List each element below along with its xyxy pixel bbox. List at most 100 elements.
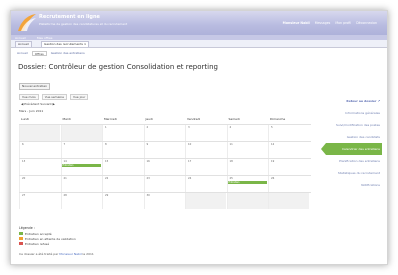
sidebar-item-3[interactable]: Gestion des candidats — [316, 131, 382, 143]
messages-link[interactable]: Messages — [315, 21, 331, 25]
calendar-day-cell[interactable] — [60, 125, 102, 141]
calendar-pager[interactable]: ◀ Précédent Suivant ▶ — [21, 102, 55, 106]
view-switcher: Vue mois Vue semaine Vue jour — [19, 94, 89, 100]
calendar-day-cell[interactable]: 30 — [143, 193, 185, 209]
legend-item: Entretien en attente de validation — [19, 236, 76, 241]
sidebar-item-1[interactable]: Informations générales — [316, 107, 382, 119]
day-number: 23 — [146, 177, 150, 180]
sidebar-item-0[interactable]: Retour au dossier ↗ — [316, 95, 382, 107]
user-nav: Monsieur Nabil Messages Mon profil Décon… — [283, 19, 377, 26]
day-header-4: Vendredi — [187, 117, 201, 121]
day-number: 21 — [63, 177, 67, 180]
calendar-day-cell[interactable]: 9 — [143, 142, 185, 158]
calendar-day-cell[interactable] — [19, 125, 60, 141]
calendar-day-cell[interactable]: 3 — [185, 125, 226, 141]
calendar-day-cell[interactable]: 21 — [60, 176, 102, 192]
calendar-day-cell[interactable]: 2 — [143, 125, 185, 141]
calendar-day-cell[interactable]: 29 — [102, 193, 143, 209]
calendar-day-cell[interactable]: 16 — [143, 159, 185, 175]
calendar-event[interactable]: Entretien — [227, 181, 267, 184]
day-number: 6 — [22, 143, 24, 146]
footer-suffix: le 2011 — [82, 252, 94, 256]
day-header-1: Mardi — [62, 117, 71, 121]
brand-logo-icon — [18, 14, 36, 31]
calendar-day-cell[interactable]: 18 — [226, 159, 268, 175]
calendar-day-cell[interactable]: 27 — [19, 193, 60, 209]
calendar-day-cell[interactable]: 12 — [268, 142, 309, 158]
calendar-day-cell[interactable] — [226, 193, 268, 209]
view-week-button[interactable]: Vue semaine — [41, 94, 68, 100]
legend-swatch — [19, 232, 23, 235]
calendar-day-cell[interactable] — [268, 193, 309, 209]
tab-recruitment[interactable]: Gestion des recrutements × — [41, 41, 90, 47]
sidebar-item-7[interactable]: Notifications — [316, 179, 382, 191]
breadcrumb-home[interactable]: Accueil — [17, 51, 28, 56]
breadcrumb-interviews[interactable]: Gestion des entretiens — [51, 51, 85, 56]
day-number: 19 — [271, 160, 275, 163]
sidebar-item-6[interactable]: Statistiques du recrutement — [316, 167, 382, 179]
calendar-week-row: 27 28 29 30 — [19, 192, 311, 209]
calendar-day-cell[interactable]: 19 — [268, 159, 309, 175]
day-number: 1 — [105, 126, 107, 129]
day-number: 17 — [188, 160, 192, 163]
calendar-day-cell[interactable]: 24 — [185, 176, 226, 192]
day-number: 8 — [105, 143, 107, 146]
day-number: 26 — [271, 177, 275, 180]
calendar-event[interactable]: Entretien — [61, 164, 101, 167]
user-name[interactable]: Monsieur Nabil — [283, 21, 310, 25]
calendar-header: Lundi Mardi Mercredi Jeudi Vendredi Samedi Dim… — [19, 116, 311, 124]
calendar-day-cell[interactable]: 15 — [102, 159, 143, 175]
brand-title: Recrutement en ligne — [39, 14, 100, 20]
calendar-day-cell[interactable]: 11 — [226, 142, 268, 158]
sub-banner-home[interactable]: Accueil — [15, 36, 26, 40]
day-header-0: Lundi — [21, 117, 30, 121]
sub-banner-offers[interactable]: Mes offres — [37, 36, 52, 40]
day-number: 30 — [146, 194, 150, 197]
new-interview-button[interactable]: Nouvel entretien — [19, 83, 51, 90]
tab-home[interactable]: Accueil — [15, 41, 32, 47]
calendar-day-cell[interactable]: 10 — [185, 142, 226, 158]
calendar-day-cell[interactable]: 8 — [102, 142, 143, 158]
calendar-day-cell[interactable]: 26 — [268, 176, 309, 192]
day-number: 7 — [63, 143, 66, 146]
calendar-day-cell[interactable]: 20 — [19, 176, 60, 192]
app-window: Recrutement en ligne Plateforme de gesti… — [10, 10, 388, 265]
sidebar-item-2[interactable]: Suivi/modification des postes — [316, 119, 382, 131]
tab-bar: Accueil Gestion des recrutements × — [11, 40, 387, 48]
day-number: 15 — [105, 160, 109, 163]
day-number: 11 — [229, 143, 233, 146]
day-number: 9 — [146, 143, 149, 146]
calendar-week-row: 20 21 22 23 24 25 26 — [19, 175, 311, 192]
calendar-day-cell[interactable]: 22 — [102, 176, 143, 192]
day-number: 20 — [22, 177, 26, 180]
footer: Ce dossier a été traité par Monsieur Nab… — [19, 252, 94, 256]
legend: Légende : Entretien accepté Entretien en … — [19, 226, 76, 246]
calendar-day-cell[interactable]: 5 — [268, 125, 309, 141]
sidebar-item-5[interactable]: Planification des entretiens — [316, 155, 382, 167]
calendar-day-cell[interactable]: 4 — [226, 125, 268, 141]
calendar-day-cell[interactable]: 6 — [19, 142, 60, 158]
calendar-day-cell[interactable]: 7 — [60, 142, 102, 158]
calendar-day-cell[interactable]: 14 — [60, 159, 102, 175]
profile-link[interactable]: Mon profil — [335, 21, 351, 25]
calendar-day-cell[interactable]: 1 — [102, 125, 143, 141]
legend-label: Entretien accepté — [25, 231, 52, 236]
calendar-day-cell[interactable]: 28 — [60, 193, 102, 209]
month-label: Mars - Juin 2011 — [19, 109, 44, 113]
calendar-day-cell[interactable]: 25 — [226, 176, 268, 192]
sidebar-item-4[interactable]: Calendrier des entretiens — [321, 143, 382, 155]
calendar-day-cell[interactable] — [185, 193, 226, 209]
logout-link[interactable]: Déconnexion — [356, 21, 377, 25]
calendar-day-cell[interactable]: 13 — [19, 159, 60, 175]
view-day-button[interactable]: Vue jour — [70, 94, 89, 100]
day-number: 28 — [63, 194, 67, 197]
footer-user-link[interactable]: Monsieur Nabil — [59, 252, 81, 256]
day-number: 18 — [229, 160, 233, 163]
view-month-button[interactable]: Vue mois — [19, 94, 39, 100]
calendar-day-cell[interactable]: 23 — [143, 176, 185, 192]
day-number: 24 — [188, 177, 192, 180]
breadcrumb-offers[interactable]: Offres — [31, 51, 47, 56]
calendar-day-cell[interactable]: 17 — [185, 159, 226, 175]
page-title: Dossier: Contrôleur de gestion Consolida… — [18, 63, 218, 71]
legend-swatch — [19, 242, 23, 245]
